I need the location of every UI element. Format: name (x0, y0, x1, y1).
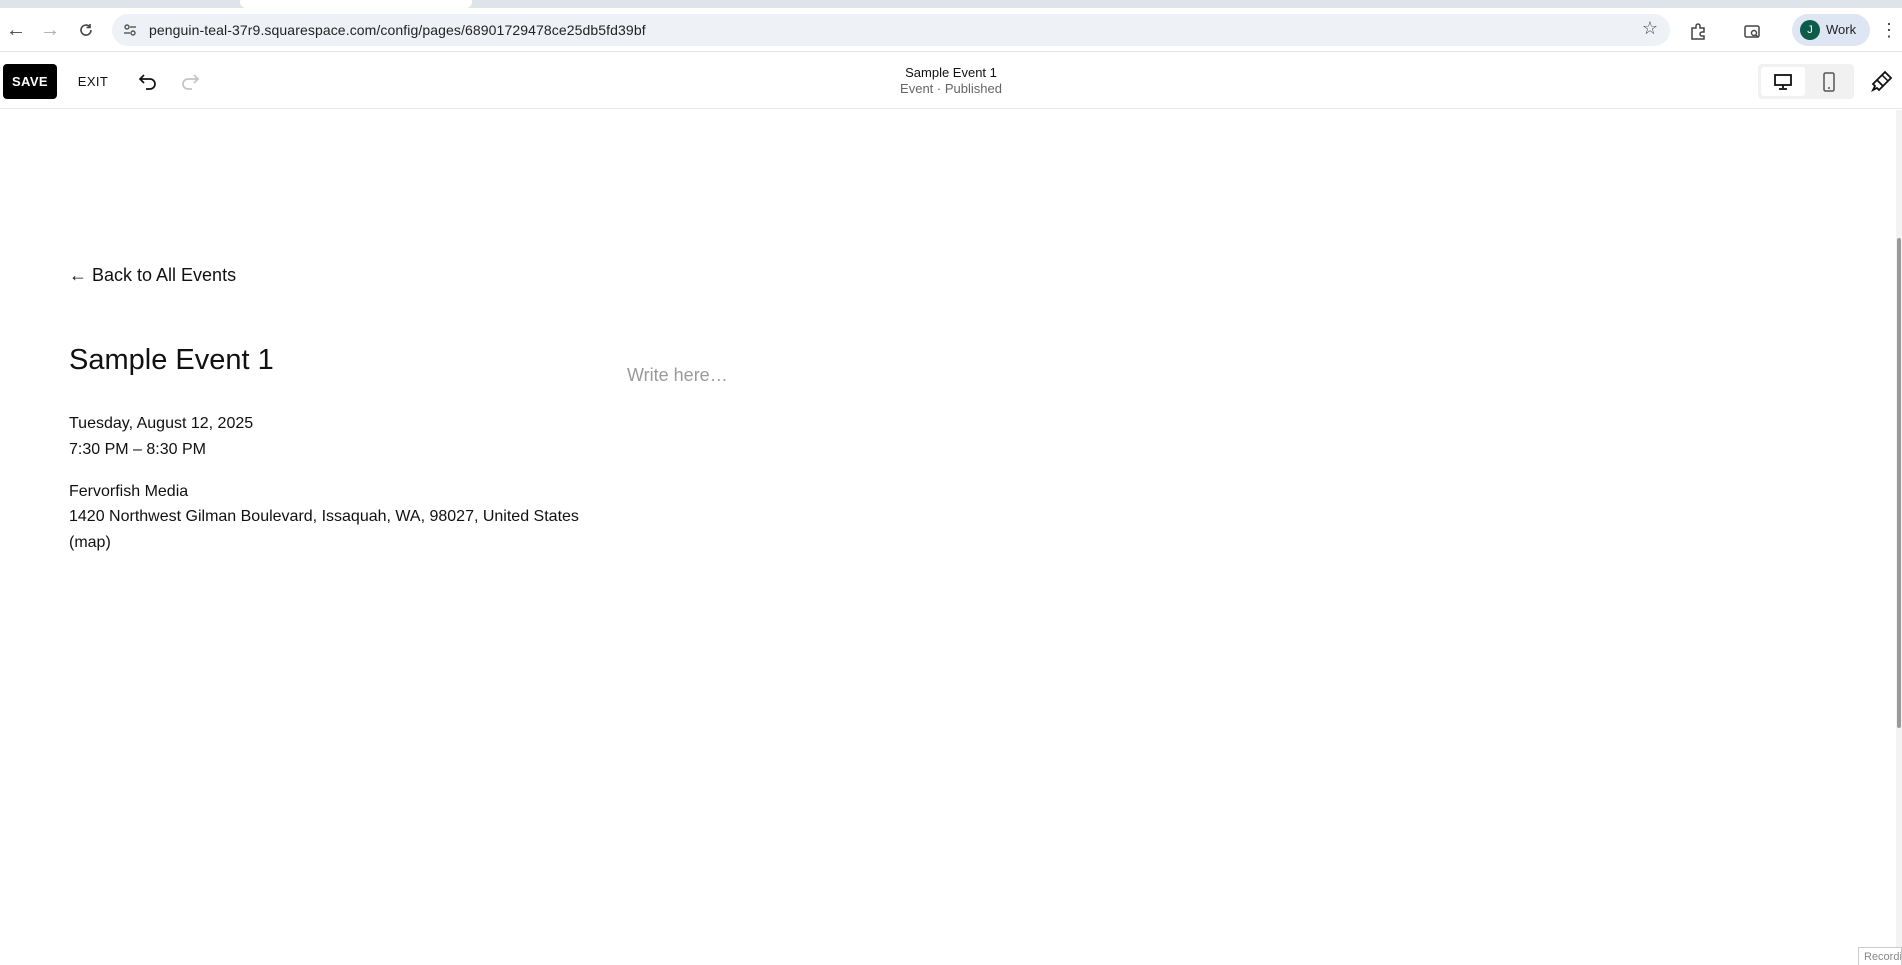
browser-toolbar: ← → penguin-teal-37r9.squarespace.com/co… (0, 8, 1902, 52)
browser-tab-strip (0, 0, 1902, 8)
mobile-view-icon[interactable] (1807, 67, 1851, 96)
back-arrow-icon[interactable]: ← (2, 16, 30, 44)
page-status: Event · Published (900, 81, 1002, 96)
profile-name: Work (1826, 22, 1857, 37)
back-to-events-link[interactable]: ← Back to All Events (69, 265, 236, 286)
url-text: penguin-teal-37r9.squarespace.com/config… (149, 22, 646, 38)
desktop-view-icon[interactable] (1761, 67, 1805, 96)
recording-badge: Recording (1858, 947, 1902, 965)
editor-toolbar: SAVE EXIT Sample Event 1 Event · Publish… (0, 53, 1902, 109)
scrollbar-thumb[interactable] (1897, 238, 1901, 728)
page-title: Sample Event 1 (905, 65, 997, 80)
device-toggle (1758, 64, 1854, 99)
active-tab[interactable] (240, 0, 472, 8)
tab-search-icon[interactable] (1740, 20, 1764, 44)
reload-icon[interactable] (72, 16, 100, 44)
event-time: 7:30 PM – 8:30 PM (69, 441, 206, 458)
save-button[interactable]: SAVE (3, 64, 57, 99)
address-bar[interactable]: penguin-teal-37r9.squarespace.com/config… (112, 14, 1670, 46)
paintbrush-icon[interactable] (1868, 67, 1896, 95)
undo-icon[interactable] (134, 67, 162, 95)
event-address: 1420 Northwest Gilman Boulevard, Issaqua… (69, 508, 579, 525)
page-info: Sample Event 1 Event · Published (851, 65, 1051, 97)
page-canvas: ← Back to All Events Sample Event 1 Tues… (0, 110, 1898, 965)
exit-button[interactable]: EXIT (72, 64, 114, 99)
description-placeholder[interactable]: Write here… (627, 365, 728, 386)
profile-button[interactable]: J Work (1792, 14, 1870, 46)
map-link[interactable]: (map) (69, 534, 111, 552)
kebab-menu-icon[interactable]: ⋮ (1880, 20, 1898, 41)
forward-arrow-icon[interactable]: → (36, 16, 64, 44)
event-venue: Fervorfish Media (69, 483, 189, 500)
site-settings-icon[interactable] (120, 20, 140, 40)
redo-icon[interactable] (176, 67, 204, 95)
event-title[interactable]: Sample Event 1 (69, 344, 274, 377)
bookmark-star-icon[interactable]: ☆ (1642, 18, 1658, 39)
extensions-icon[interactable] (1686, 20, 1710, 44)
avatar: J (1800, 20, 1820, 40)
event-date: Tuesday, August 12, 2025 (69, 415, 254, 432)
